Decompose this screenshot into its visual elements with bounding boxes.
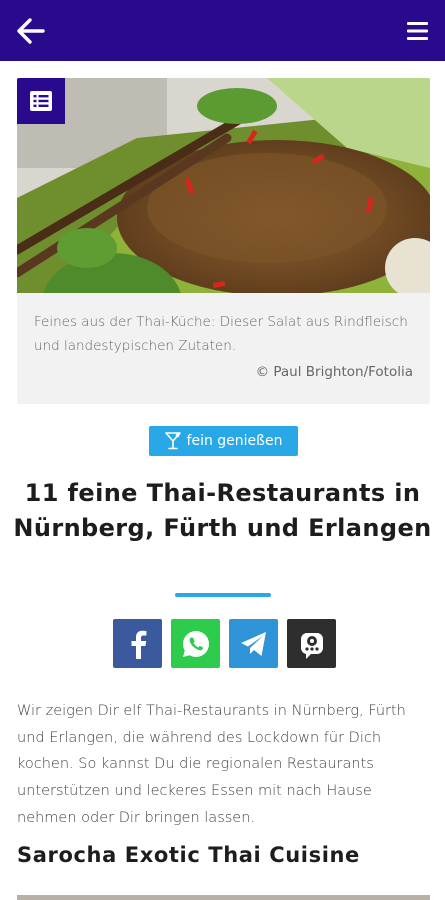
whatsapp-icon — [182, 630, 209, 657]
image-caption: Feines aus der Thai-Küche: Dieser Salat … — [34, 314, 408, 354]
category-tag[interactable]: fein genießen — [149, 426, 298, 456]
list-view-button[interactable] — [17, 78, 65, 124]
next-image-preview — [17, 895, 430, 900]
image-credit: © Paul Brighton/Fotolia — [255, 364, 413, 380]
article-intro: Wir zeigen Dir elf Thai-Restaurants in N… — [17, 703, 406, 826]
chat-bot-icon — [300, 632, 323, 659]
arrow-left-icon — [17, 18, 45, 44]
share-telegram-button[interactable] — [229, 619, 278, 668]
share-buttons — [113, 619, 336, 668]
facebook-icon — [131, 630, 146, 659]
menu-button[interactable] — [403, 16, 433, 46]
article-title: 11 feine Thai-Restaurants in Nürnberg, F… — [13, 479, 432, 542]
share-other-button[interactable] — [287, 619, 336, 668]
top-app-bar — [0, 0, 445, 61]
title-divider — [175, 593, 271, 597]
telegram-icon — [240, 631, 266, 656]
category-label: fein genießen — [186, 433, 283, 449]
hero-image — [17, 78, 430, 293]
share-facebook-button[interactable] — [113, 619, 162, 668]
section-heading: Sarocha Exotic Thai Cuisine — [17, 843, 360, 867]
share-whatsapp-button[interactable] — [171, 619, 220, 668]
hamburger-menu-icon — [407, 22, 428, 40]
list-icon — [30, 91, 52, 111]
cocktail-glass-icon — [164, 432, 181, 450]
back-button[interactable] — [13, 14, 49, 48]
hero-card: Feines aus der Thai-Küche: Dieser Salat … — [17, 78, 430, 404]
